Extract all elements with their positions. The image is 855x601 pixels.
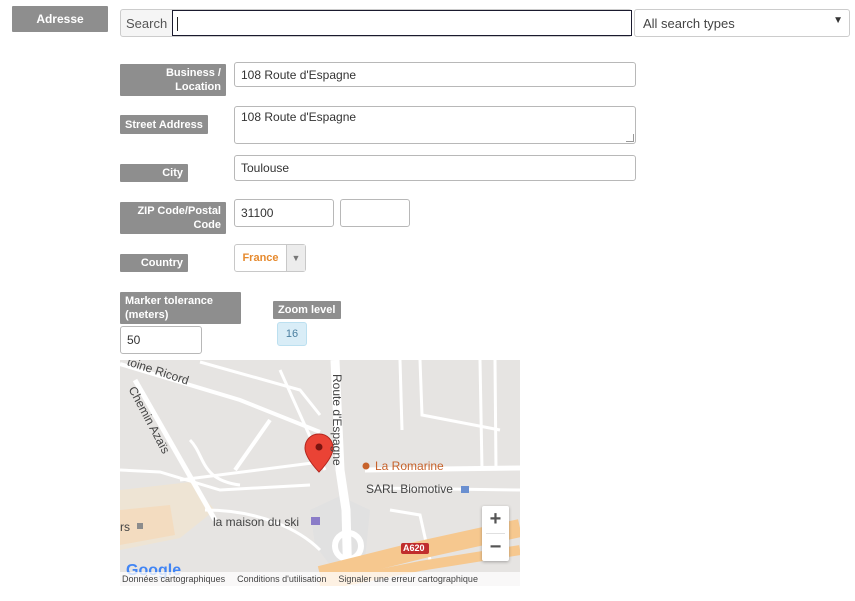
search-bar: Search [120,9,632,37]
map-terms-link[interactable]: Conditions d'utilisation [237,574,326,584]
zip-field[interactable]: 31100 [234,199,334,227]
map-canvas [120,360,520,586]
business-field[interactable]: 108 Route d'Espagne [234,62,636,87]
chevron-down-icon: ▼ [286,245,305,271]
search-type-value: All search types [643,15,735,31]
zoom-label: Zoom level [273,301,341,319]
zip-extension-field[interactable] [340,199,410,227]
tolerance-value: 50 [127,333,141,347]
zoom-control: + − [482,506,509,561]
poi-sarl-biomotive[interactable]: SARL Biomotive [366,482,453,496]
tolerance-field[interactable]: 50 [120,326,202,354]
city-field[interactable]: Toulouse [234,155,636,181]
zoom-out-button[interactable]: − [482,534,509,561]
search-label: Search [126,15,168,31]
street-label: Street Address [120,115,208,134]
country-label: Country [120,254,188,272]
country-select[interactable]: France ▼ [234,244,306,272]
street-address-field[interactable]: 108 Route d'Espagne [234,106,636,144]
city-label: City [120,164,188,182]
street-value: 108 Route d'Espagne [241,110,357,124]
map-report-link[interactable]: Signaler une erreur cartographique [338,574,478,584]
zoom-in-button[interactable]: + [482,506,509,533]
resize-handle-icon[interactable] [626,134,634,142]
poi-maison-du-ski[interactable]: la maison du ski [213,515,299,529]
poi-la-romarine[interactable]: La Romarine [375,459,444,473]
chevron-down-icon: ▼ [833,15,843,26]
search-type-select[interactable]: All search types ▼ [634,9,850,37]
business-label: Business / Location [120,64,226,96]
section-label: Adresse [12,6,108,32]
tolerance-label: Marker tolerance (meters) [120,292,241,324]
map-data-link[interactable]: Données cartographiques [122,574,225,584]
zip-label: ZIP Code/Postal Code [120,202,226,234]
poi-partial[interactable]: rs [120,520,130,534]
country-value: France [242,252,279,264]
street-label-route-espagne: Route d'Espagne [330,374,344,466]
map-marker-icon [304,433,334,473]
map-view[interactable]: Route d'Espagne toine Ricord Chemin Azaï… [120,360,520,586]
map-footer: Données cartographiques Conditions d'uti… [120,572,520,586]
city-value: Toulouse [241,161,290,175]
zoom-level-value[interactable]: 16 [277,322,307,346]
road-shield-a620: A620 [403,543,425,553]
business-value: 108 Route d'Espagne [241,67,357,82]
text-caret [177,17,178,31]
search-input[interactable] [172,10,632,36]
zip-value: 31100 [241,206,274,220]
